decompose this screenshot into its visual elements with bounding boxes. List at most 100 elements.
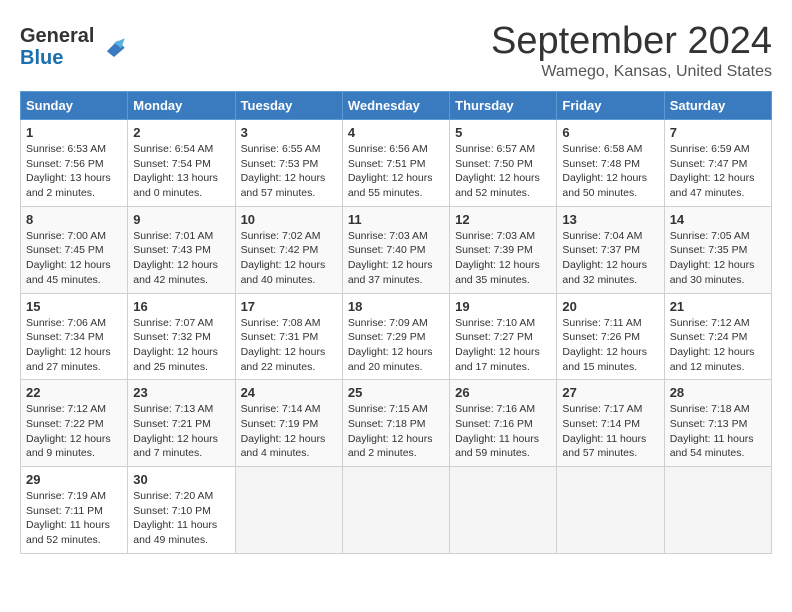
day-of-week-header: Saturday xyxy=(664,92,771,120)
day-info: Sunrise: 7:20 AM Sunset: 7:10 PM Dayligh… xyxy=(133,489,229,548)
calendar-day-cell: 7 Sunrise: 6:59 AM Sunset: 7:47 PM Daylig… xyxy=(664,120,771,207)
calendar-table: SundayMondayTuesdayWednesdayThursdayFrid… xyxy=(20,91,772,554)
day-info: Sunrise: 7:12 AM Sunset: 7:22 PM Dayligh… xyxy=(26,402,122,461)
day-info: Sunrise: 7:12 AM Sunset: 7:24 PM Dayligh… xyxy=(670,316,766,375)
title-section: September 2024 Wamego, Kansas, United St… xyxy=(491,20,772,81)
calendar-week-row: 1 Sunrise: 6:53 AM Sunset: 7:56 PM Daylig… xyxy=(21,120,772,207)
day-number: 5 xyxy=(455,125,551,140)
day-info: Sunrise: 7:03 AM Sunset: 7:40 PM Dayligh… xyxy=(348,229,444,288)
day-number: 15 xyxy=(26,299,122,314)
location-title: Wamego, Kansas, United States xyxy=(491,63,772,81)
day-info: Sunrise: 7:19 AM Sunset: 7:11 PM Dayligh… xyxy=(26,489,122,548)
calendar-day-cell: 25 Sunrise: 7:15 AM Sunset: 7:18 PM Dayli… xyxy=(342,380,449,467)
day-info: Sunrise: 7:18 AM Sunset: 7:13 PM Dayligh… xyxy=(670,402,766,461)
day-info: Sunrise: 7:07 AM Sunset: 7:32 PM Dayligh… xyxy=(133,316,229,375)
calendar-day-cell: 27Sunrise: 7:17 AM Sunset: 7:14 PM Dayli… xyxy=(557,380,664,467)
day-info: Sunrise: 7:01 AM Sunset: 7:43 PM Dayligh… xyxy=(133,229,229,288)
logo-general: General xyxy=(20,25,94,47)
logo-text: General Blue xyxy=(20,25,94,69)
calendar-day-cell: 24 Sunrise: 7:14 AM Sunset: 7:19 PM Dayli… xyxy=(235,380,342,467)
day-info: Sunrise: 7:00 AM Sunset: 7:45 PM Dayligh… xyxy=(26,229,122,288)
day-info: Sunrise: 7:16 AM Sunset: 7:16 PM Dayligh… xyxy=(455,402,551,461)
day-info: Sunrise: 6:55 AM Sunset: 7:53 PM Dayligh… xyxy=(241,142,337,201)
page-header: General Blue September 2024 Wamego, Kans… xyxy=(20,20,772,81)
day-number: 16 xyxy=(133,299,229,314)
logo-bird-icon xyxy=(99,37,129,57)
day-number: 19 xyxy=(455,299,551,314)
day-number: 20 xyxy=(562,299,658,314)
calendar-day-cell: 28 Sunrise: 7:18 AM Sunset: 7:13 PM Dayli… xyxy=(664,380,771,467)
day-number: 7 xyxy=(670,125,766,140)
day-number: 30 xyxy=(133,472,229,487)
day-number: 21 xyxy=(670,299,766,314)
day-number: 28 xyxy=(670,385,766,400)
day-info: Sunrise: 6:59 AM Sunset: 7:47 PM Dayligh… xyxy=(670,142,766,201)
day-info: Sunrise: 7:05 AM Sunset: 7:35 PM Dayligh… xyxy=(670,229,766,288)
day-of-week-header: Wednesday xyxy=(342,92,449,120)
day-info: Sunrise: 6:54 AM Sunset: 7:54 PM Dayligh… xyxy=(133,142,229,201)
day-number: 24 xyxy=(241,385,337,400)
calendar-week-row: 15 Sunrise: 7:06 AM Sunset: 7:34 PM Dayli… xyxy=(21,293,772,380)
day-number: 13 xyxy=(562,212,658,227)
calendar-day-cell: 30 Sunrise: 7:20 AM Sunset: 7:10 PM Dayli… xyxy=(128,467,235,554)
calendar-day-cell xyxy=(557,467,664,554)
calendar-day-cell: 9 Sunrise: 7:01 AM Sunset: 7:43 PM Daylig… xyxy=(128,206,235,293)
day-number: 4 xyxy=(348,125,444,140)
day-number: 12 xyxy=(455,212,551,227)
day-number: 10 xyxy=(241,212,337,227)
day-number: 2 xyxy=(133,125,229,140)
calendar-day-cell: 3 Sunrise: 6:55 AM Sunset: 7:53 PM Daylig… xyxy=(235,120,342,207)
day-info: Sunrise: 7:14 AM Sunset: 7:19 PM Dayligh… xyxy=(241,402,337,461)
calendar-day-cell: 29 Sunrise: 7:19 AM Sunset: 7:11 PM Dayli… xyxy=(21,467,128,554)
day-number: 18 xyxy=(348,299,444,314)
day-number: 26 xyxy=(455,385,551,400)
day-info: Sunrise: 7:09 AM Sunset: 7:29 PM Dayligh… xyxy=(348,316,444,375)
calendar-day-cell: 13Sunrise: 7:04 AM Sunset: 7:37 PM Dayli… xyxy=(557,206,664,293)
logo: General Blue xyxy=(20,25,129,69)
day-of-week-header: Tuesday xyxy=(235,92,342,120)
calendar-day-cell: 22 Sunrise: 7:12 AM Sunset: 7:22 PM Dayli… xyxy=(21,380,128,467)
calendar-day-cell xyxy=(235,467,342,554)
day-info: Sunrise: 7:17 AM Sunset: 7:14 PM Dayligh… xyxy=(562,402,658,461)
calendar-day-cell: 8Sunrise: 7:00 AM Sunset: 7:45 PM Daylig… xyxy=(21,206,128,293)
day-of-week-header: Sunday xyxy=(21,92,128,120)
day-number: 11 xyxy=(348,212,444,227)
day-info: Sunrise: 7:06 AM Sunset: 7:34 PM Dayligh… xyxy=(26,316,122,375)
day-info: Sunrise: 7:02 AM Sunset: 7:42 PM Dayligh… xyxy=(241,229,337,288)
logo-blue: Blue xyxy=(20,47,63,69)
day-info: Sunrise: 6:56 AM Sunset: 7:51 PM Dayligh… xyxy=(348,142,444,201)
day-number: 23 xyxy=(133,385,229,400)
day-info: Sunrise: 6:53 AM Sunset: 7:56 PM Dayligh… xyxy=(26,142,122,201)
day-info: Sunrise: 7:11 AM Sunset: 7:26 PM Dayligh… xyxy=(562,316,658,375)
calendar-day-cell: 1 Sunrise: 6:53 AM Sunset: 7:56 PM Daylig… xyxy=(21,120,128,207)
day-info: Sunrise: 7:15 AM Sunset: 7:18 PM Dayligh… xyxy=(348,402,444,461)
day-number: 9 xyxy=(133,212,229,227)
day-number: 25 xyxy=(348,385,444,400)
calendar-day-cell: 2 Sunrise: 6:54 AM Sunset: 7:54 PM Daylig… xyxy=(128,120,235,207)
calendar-day-cell: 6Sunrise: 6:58 AM Sunset: 7:48 PM Daylig… xyxy=(557,120,664,207)
calendar-week-row: 8Sunrise: 7:00 AM Sunset: 7:45 PM Daylig… xyxy=(21,206,772,293)
day-number: 1 xyxy=(26,125,122,140)
calendar-day-cell: 26 Sunrise: 7:16 AM Sunset: 7:16 PM Dayli… xyxy=(450,380,557,467)
calendar-day-cell: 21 Sunrise: 7:12 AM Sunset: 7:24 PM Dayli… xyxy=(664,293,771,380)
day-of-week-header: Monday xyxy=(128,92,235,120)
calendar-day-cell: 14Sunrise: 7:05 AM Sunset: 7:35 PM Dayli… xyxy=(664,206,771,293)
calendar-day-cell: 19Sunrise: 7:10 AM Sunset: 7:27 PM Dayli… xyxy=(450,293,557,380)
calendar-day-cell xyxy=(664,467,771,554)
day-of-week-header: Thursday xyxy=(450,92,557,120)
calendar-day-cell: 12Sunrise: 7:03 AM Sunset: 7:39 PM Dayli… xyxy=(450,206,557,293)
calendar-day-cell xyxy=(342,467,449,554)
day-number: 17 xyxy=(241,299,337,314)
day-of-week-header: Friday xyxy=(557,92,664,120)
calendar-week-row: 22 Sunrise: 7:12 AM Sunset: 7:22 PM Dayli… xyxy=(21,380,772,467)
calendar-day-cell: 15 Sunrise: 7:06 AM Sunset: 7:34 PM Dayli… xyxy=(21,293,128,380)
day-number: 6 xyxy=(562,125,658,140)
day-number: 29 xyxy=(26,472,122,487)
calendar-day-cell: 18 Sunrise: 7:09 AM Sunset: 7:29 PM Dayli… xyxy=(342,293,449,380)
calendar-day-cell: 11 Sunrise: 7:03 AM Sunset: 7:40 PM Dayli… xyxy=(342,206,449,293)
calendar-day-cell xyxy=(450,467,557,554)
calendar-day-cell: 5Sunrise: 6:57 AM Sunset: 7:50 PM Daylig… xyxy=(450,120,557,207)
calendar-day-cell: 23Sunrise: 7:13 AM Sunset: 7:21 PM Dayli… xyxy=(128,380,235,467)
day-number: 3 xyxy=(241,125,337,140)
day-number: 22 xyxy=(26,385,122,400)
